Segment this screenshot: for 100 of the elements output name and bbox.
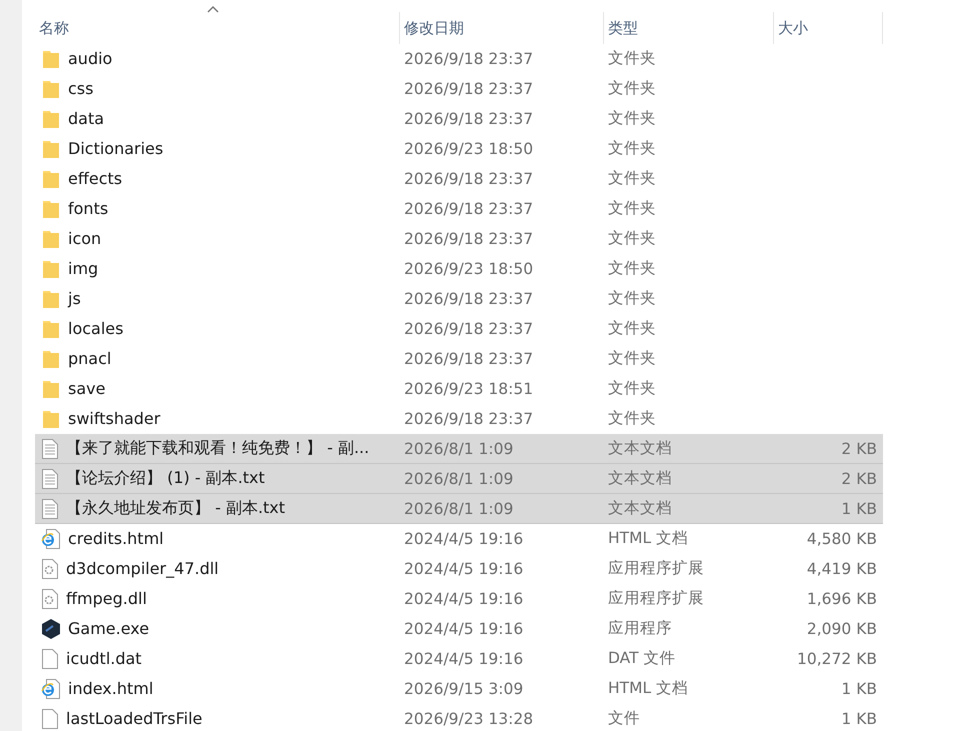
file-type: 文件夹 [607,378,657,399]
file-row[interactable]: data 2026/9/18 23:37 文件夹 [35,104,883,134]
folder-icon [41,168,61,188]
file-name[interactable]: locales [68,319,124,338]
file-name[interactable]: save [68,379,106,398]
gear-file-icon [41,558,59,580]
text-file-icon [41,468,59,490]
app-icon [41,618,61,640]
file-row[interactable]: pnacl 2026/9/18 23:37 文件夹 [35,344,883,374]
file-type: 文本文档 [607,498,673,519]
file-type: 文件夹 [607,48,657,69]
web-page-icon [41,678,61,700]
file-name[interactable]: css [68,79,94,98]
file-type: 应用程序 [607,618,673,639]
file-row[interactable]: swiftshader 2026/9/18 23:37 文件夹 [35,404,883,434]
file-name[interactable]: credits.html [68,529,164,548]
modified-date: 2024/4/5 19:16 [403,650,524,668]
file-name[interactable]: lastLoadedTrsFile [66,709,202,728]
file-row[interactable]: lastLoadedTrsFile 2026/9/23 13:28 文件 1 KB [35,704,883,731]
file-row[interactable]: css 2026/9/18 23:37 文件夹 [35,74,883,104]
modified-date: 2026/9/18 23:37 [403,410,534,428]
modified-date: 2026/9/18 23:37 [403,320,534,338]
file-row[interactable]: icon 2026/9/18 23:37 文件夹 [35,224,883,254]
file-name[interactable]: index.html [68,679,154,698]
file-type: 文件夹 [607,138,657,159]
column-header[interactable]: 修改日期 [404,18,464,38]
file-name[interactable]: pnacl [68,349,112,368]
file-name[interactable]: Game.exe [68,619,150,638]
file-row[interactable]: Game.exe 2024/4/5 19:16 应用程序 2,090 KB [35,614,883,644]
file-row[interactable]: 【来了就能下载和观看！纯免费！】 - 副... 2026/8/1 1:09 文本文档 2 KB [35,434,883,464]
file-type: 文件夹 [607,228,657,249]
file-name[interactable]: icon [68,229,102,248]
file-size: 2 KB [840,470,878,488]
file-size: 2,090 KB [806,620,878,638]
file-name[interactable]: d3dcompiler_47.dll [66,559,219,578]
file-row[interactable]: credits.html 2024/4/5 19:16 HTML 文档 4,580 KB [35,524,883,554]
file-size: 4,580 KB [806,530,878,548]
modified-date: 2026/9/18 23:37 [403,200,534,218]
modified-date: 2024/4/5 19:16 [403,560,524,578]
file-icon [41,648,59,670]
file-row[interactable]: locales 2026/9/18 23:37 文件夹 [35,314,883,344]
modified-date: 2026/9/18 23:37 [403,350,534,368]
file-name[interactable]: img [68,259,98,278]
file-row[interactable]: ffmpeg.dll 2024/4/5 19:16 应用程序扩展 1,696 KB [35,584,883,614]
modified-date: 2026/8/1 1:09 [403,440,514,458]
file-name[interactable]: swiftshader [68,409,160,428]
file-row[interactable]: index.html 2026/9/15 3:09 HTML 文档 1 KB [35,674,883,704]
file-row[interactable]: img 2026/9/23 18:50 文件夹 [35,254,883,284]
modified-date: 2024/4/5 19:16 [403,590,524,608]
file-name[interactable]: fonts [68,199,108,218]
file-name[interactable]: 【永久地址发布页】 - 副本.txt [66,498,286,519]
file-size: 1 KB [840,710,878,728]
file-size: 1 KB [840,500,878,518]
folder-icon [41,198,61,218]
file-name[interactable]: effects [68,169,122,188]
modified-date: 2026/9/18 23:37 [403,290,534,308]
file-row[interactable]: Dictionaries 2026/9/23 18:50 文件夹 [35,134,883,164]
folder-icon [41,138,61,158]
file-row[interactable]: js 2026/9/18 23:37 文件夹 [35,284,883,314]
file-name[interactable]: 【来了就能下载和观看！纯免费！】 - 副... [66,438,370,459]
file-name[interactable]: ffmpeg.dll [66,589,147,608]
file-row[interactable]: audio 2026/9/18 23:37 文件夹 [35,44,883,74]
file-row[interactable]: d3dcompiler_47.dll 2024/4/5 19:16 应用程序扩展 4,419 KB [35,554,883,584]
file-type: DAT 文件 [607,648,676,669]
gear-file-icon [41,588,59,610]
file-row[interactable]: icudtl.dat 2024/4/5 19:16 DAT 文件 10,272 KB [35,644,883,674]
file-row[interactable]: 【永久地址发布页】 - 副本.txt 2026/8/1 1:09 文本文档 1 KB [35,494,883,524]
file-type: HTML 文档 [607,528,690,549]
file-icon [41,708,59,730]
file-name[interactable]: icudtl.dat [66,649,142,668]
file-row[interactable]: effects 2026/9/18 23:37 文件夹 [35,164,883,194]
file-name[interactable]: audio [68,49,112,68]
text-file-icon [41,438,59,460]
file-row[interactable]: 【论坛介绍】 (1) - 副本.txt 2026/8/1 1:09 文本文档 2 KB [35,464,883,494]
file-name[interactable]: Dictionaries [68,139,164,158]
folder-icon [41,318,61,338]
file-row[interactable]: fonts 2026/9/18 23:37 文件夹 [35,194,883,224]
file-type: 文件夹 [607,198,657,219]
file-type: 应用程序扩展 [607,558,705,579]
file-type: 文件夹 [607,108,657,129]
folder-icon [41,258,61,278]
column-header[interactable]: 名称 [39,18,69,38]
file-size: 1,696 KB [806,590,878,608]
file-size: 4,419 KB [806,560,878,578]
file-type: 文本文档 [607,468,673,489]
column-header[interactable]: 大小 [778,18,808,38]
file-row[interactable]: save 2026/9/23 18:51 文件夹 [35,374,883,404]
file-type: HTML 文档 [607,678,690,699]
modified-date: 2026/9/23 18:51 [403,380,534,398]
file-type: 文件夹 [607,258,657,279]
modified-date: 2026/8/1 1:09 [403,470,514,488]
file-name[interactable]: js [68,289,81,308]
folder-icon [41,78,61,98]
modified-date: 2026/9/18 23:37 [403,80,534,98]
file-name[interactable]: 【论坛介绍】 (1) - 副本.txt [66,468,265,489]
folder-icon [41,108,61,128]
modified-date: 2026/9/18 23:37 [403,230,534,248]
file-name[interactable]: data [68,109,104,128]
column-header[interactable]: 类型 [608,18,638,38]
folder-icon [41,378,61,398]
